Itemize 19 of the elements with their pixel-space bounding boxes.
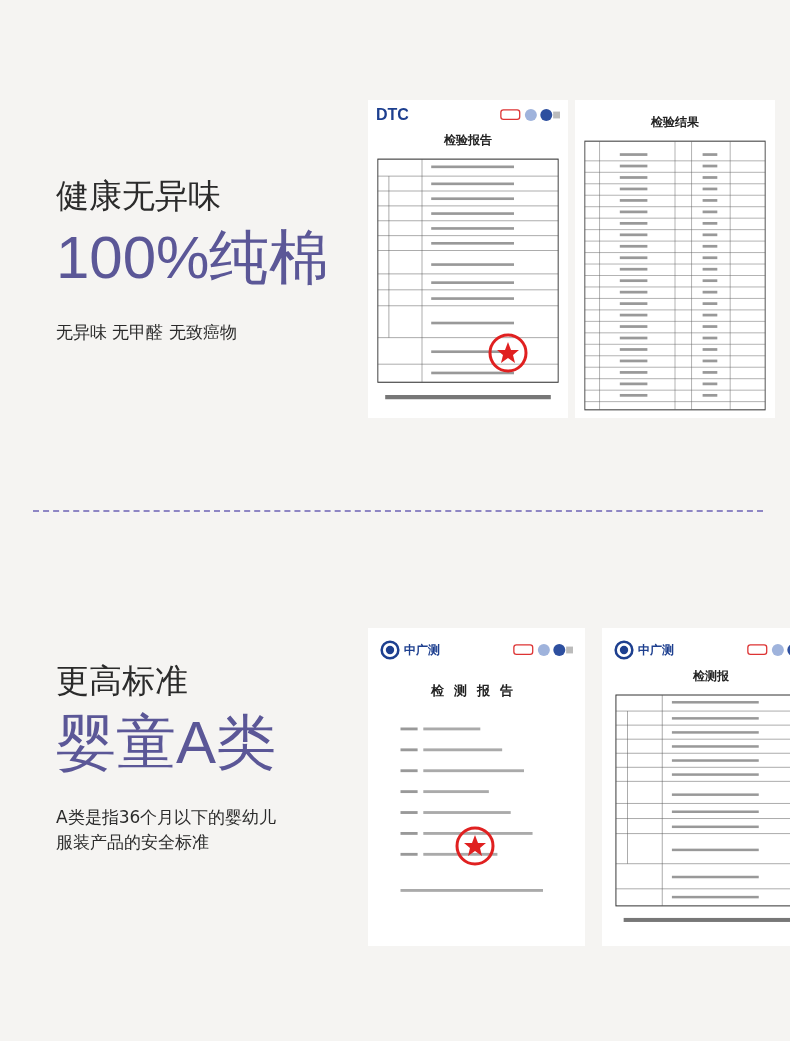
description-text: 无异味 无甲醛 无致癌物 xyxy=(56,320,238,344)
section-subtitle: 健康无异味 xyxy=(56,174,222,217)
circle-logo-icon xyxy=(614,640,634,660)
document-title: 检验结果 xyxy=(650,114,700,131)
document-title: 检验报告 xyxy=(443,132,493,149)
description-text: 服装产品的安全标准 xyxy=(56,831,210,854)
section-headline: 婴童A类 xyxy=(56,708,278,778)
brand-logo: DTC xyxy=(376,106,409,124)
brand-logo: 中广测 xyxy=(404,641,440,659)
certification-marks-icon xyxy=(747,643,790,657)
certification-marks-icon xyxy=(500,108,560,122)
description-text: A类是指36个月以下的婴幼儿 xyxy=(56,806,278,830)
section-subtitle: 更高标准 xyxy=(56,660,189,703)
certification-marks-icon xyxy=(513,643,573,657)
section-headline: 100%纯棉 xyxy=(56,222,331,292)
document-title: 检测报告 xyxy=(429,682,524,700)
circle-logo-icon xyxy=(380,640,400,660)
document-title: 检测报 xyxy=(691,668,730,685)
brand-logo: 中广测 xyxy=(638,641,674,659)
